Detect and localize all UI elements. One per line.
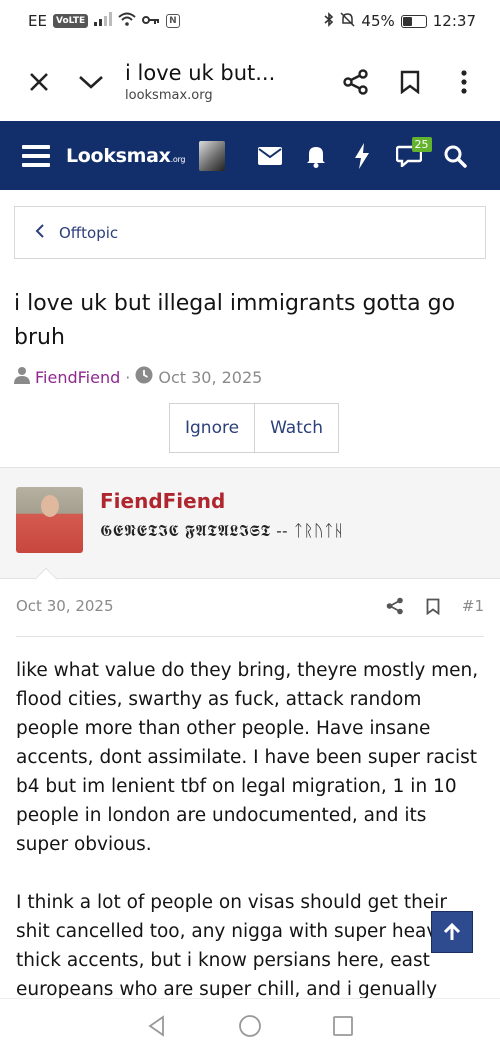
post-bookmark-icon[interactable]	[414, 598, 452, 615]
scroll-to-top-button[interactable]	[431, 911, 473, 953]
status-bar: EE VoLTE N 45% 12:37	[0, 0, 500, 42]
bell-icon[interactable]	[293, 129, 339, 183]
bluetooth-icon	[324, 11, 334, 31]
user-icon	[14, 366, 30, 388]
ignore-button[interactable]: Ignore	[169, 403, 256, 453]
wifi-icon	[118, 12, 136, 30]
clock: 12:37	[432, 12, 476, 30]
post-body: like what value do they bring, theyre mo…	[16, 656, 484, 1033]
home-icon[interactable]	[238, 1014, 262, 1042]
volte-badge: VoLTE	[52, 14, 89, 28]
page-title: i love uk but...	[125, 60, 276, 85]
post-divider	[16, 636, 484, 637]
breadcrumb-label: Offtopic	[59, 223, 119, 242]
thread-title: i love uk but illegal immigrants gotta g…	[14, 291, 456, 350]
chevron-down-icon[interactable]	[69, 60, 113, 104]
back-icon[interactable]	[146, 1014, 168, 1041]
share-icon[interactable]	[334, 60, 378, 104]
bookmark-icon[interactable]	[388, 60, 432, 104]
hamburger-menu-icon[interactable]	[22, 129, 50, 183]
close-icon[interactable]	[17, 60, 61, 104]
post-user-header: FiendFiend 𝕲𝕰𝕹𝕰𝕿𝕴𝕮 𝕱𝕬𝕿𝕬𝕷𝕴𝕾𝕿 -- ᛏᚱᚢᛏᚺ	[0, 467, 500, 579]
post-meta: Oct 30, 2025 #1	[16, 597, 484, 615]
breadcrumb[interactable]: Offtopic	[14, 206, 486, 259]
clock-icon	[135, 366, 153, 388]
meta-separator: ·	[125, 367, 131, 387]
site-logo[interactable]: Looksmax.org	[66, 145, 185, 167]
browser-toolbar: i love uk but... looksmax.org	[0, 42, 500, 121]
thread-actions: Ignore Watch	[169, 403, 339, 453]
watch-button[interactable]: Watch	[255, 403, 339, 453]
arrow-up-icon	[443, 922, 461, 940]
post-date[interactable]: Oct 30, 2025	[16, 597, 114, 615]
alerts-count-badge: 25	[411, 136, 432, 152]
recents-icon[interactable]	[332, 1015, 354, 1041]
page-host: looksmax.org	[125, 87, 213, 103]
more-menu-icon[interactable]	[442, 60, 486, 104]
key-icon	[142, 12, 160, 30]
post-share-icon[interactable]	[376, 597, 414, 615]
chevron-left-icon	[35, 223, 45, 242]
post-avatar[interactable]	[16, 487, 83, 553]
battery-icon	[400, 14, 427, 28]
thread-date[interactable]: Oct 30, 2025	[158, 368, 262, 387]
thread-meta: FiendFiend · Oct 30, 2025	[14, 366, 262, 388]
inbox-icon[interactable]	[247, 129, 293, 183]
conversations-icon[interactable]: 25	[386, 129, 432, 183]
post-paragraph: like what value do they bring, theyre mo…	[16, 660, 479, 855]
post-number[interactable]: #1	[462, 597, 484, 615]
site-navbar: Looksmax.org 25	[0, 121, 500, 190]
battery-percent: 45%	[361, 12, 395, 30]
lightning-icon[interactable]	[339, 129, 385, 183]
url-block[interactable]: i love uk but... looksmax.org	[113, 61, 334, 103]
post-user-title: 𝕲𝕰𝕹𝕰𝕿𝕴𝕮 𝕱𝕬𝕿𝕬𝕷𝕴𝕾𝕿 -- ᛏᚱᚢᛏᚺ	[100, 521, 345, 540]
nfc-icon: N	[166, 14, 180, 28]
carrier-label: EE	[28, 12, 47, 30]
post-username[interactable]: FiendFiend	[100, 489, 225, 513]
search-icon[interactable]	[432, 129, 478, 183]
silent-bell-icon	[340, 11, 355, 31]
thread-author-link[interactable]: FiendFiend	[35, 368, 120, 387]
signal-icon	[94, 12, 113, 30]
user-avatar[interactable]	[199, 140, 225, 171]
system-nav-bar	[0, 998, 500, 1056]
